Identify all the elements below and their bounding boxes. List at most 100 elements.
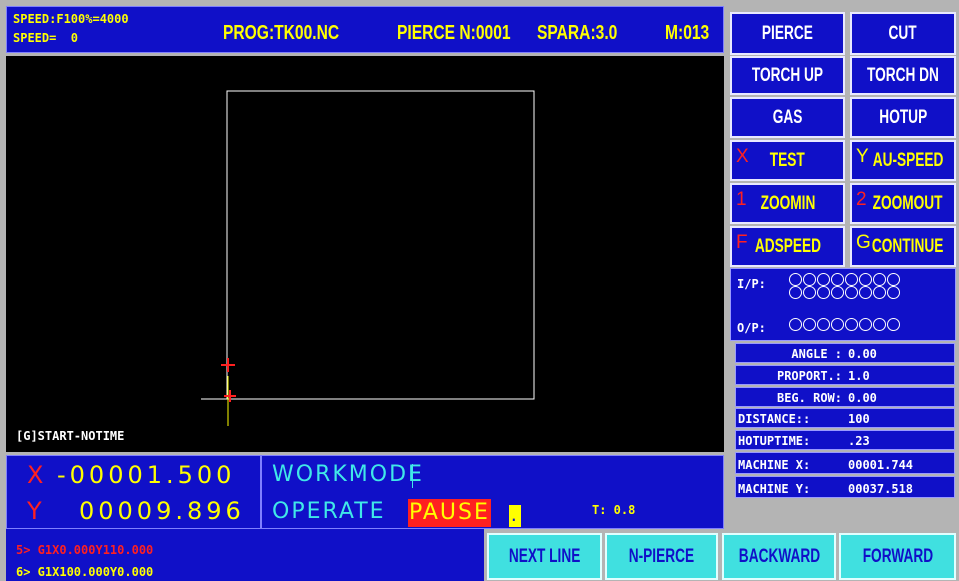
output-led (887, 318, 900, 331)
param-label: ANGLE : (791, 347, 842, 361)
next-line-button[interactable]: NEXT LINE (487, 533, 602, 580)
forward-button[interactable]: FORWARD (839, 533, 956, 580)
pierce-button[interactable]: PIERCE (730, 12, 845, 55)
input-led (789, 286, 802, 299)
input-led (817, 273, 830, 286)
x-coordinate: -00001.500 (57, 461, 236, 489)
zoomin-button[interactable]: 1 ZOOMIN (730, 183, 845, 224)
input-led (789, 273, 802, 286)
n-pierce-button[interactable]: N-PIERCE (605, 533, 718, 580)
input-label: I/P: (737, 277, 766, 291)
input-led (803, 273, 816, 286)
pause-status: PAUSE (408, 499, 491, 527)
param-beg-row: BEG. ROW: 0.00 (735, 387, 955, 407)
program-line-6: 6> G1X100.000Y0.000 (16, 565, 154, 579)
pierce-count: PIERCE N:0001 (397, 22, 511, 44)
workmode-cursor (412, 464, 413, 488)
coordinate-panel: X -00001.500 Y 00009.896 (6, 455, 261, 529)
input-led (845, 286, 858, 299)
output-led (817, 318, 830, 331)
output-led (789, 318, 802, 331)
hotup-button[interactable]: HOTUP (850, 97, 956, 138)
m-code: M:013 (665, 22, 710, 44)
current-position-marker (224, 390, 236, 402)
param-value: 00001.744 (848, 458, 914, 472)
param-hotuptime: HOTUPTIME: .23 (735, 430, 955, 450)
y-axis-label: Y (27, 497, 42, 525)
output-led (859, 318, 872, 331)
param-value: 100 (848, 412, 870, 426)
param-label: DISTANCE:: (738, 412, 811, 426)
workmode-label: WORKMODE (272, 462, 424, 487)
machine-y: MACHINE Y: 00037.518 (735, 476, 955, 498)
speed-line-2: SPEED= 0 (13, 31, 79, 45)
param-value: .23 (848, 434, 870, 448)
output-led (831, 318, 844, 331)
output-indicators (789, 318, 957, 331)
param-label: HOTUPTIME: (738, 434, 811, 448)
input-led (817, 286, 830, 299)
hotkey-f: F (736, 232, 748, 253)
input-led (859, 286, 872, 299)
output-led (845, 318, 858, 331)
pierce-point-marker (221, 358, 235, 372)
input-led (803, 286, 816, 299)
param-label: MACHINE Y: (738, 482, 811, 496)
x-axis-label: X (27, 461, 44, 489)
hotkey-g: G (856, 232, 871, 253)
hotkey-x: X (736, 146, 749, 167)
test-button[interactable]: X TEST (730, 140, 845, 181)
torch-up-button[interactable]: TORCH UP (730, 56, 845, 95)
hotkey-2: 2 (856, 189, 867, 210)
param-angle: ANGLE : 0.00 (735, 343, 955, 363)
param-distance: DISTANCE:: 100 (735, 408, 955, 428)
input-led (859, 273, 872, 286)
param-value: 0.00 (848, 347, 877, 361)
param-value: 0.00 (848, 391, 877, 405)
program-lines-panel: 5> G1X0.000Y110.000 6> G1X100.000Y0.000 (6, 529, 484, 581)
prog-name: PROG:TK00.NC (223, 22, 340, 44)
input-led (873, 286, 886, 299)
output-led (873, 318, 886, 331)
input-led (831, 286, 844, 299)
backward-button[interactable]: BACKWARD (722, 533, 836, 580)
torch-down-button[interactable]: TORCH DN (850, 56, 956, 95)
param-label: BEG. ROW: (776, 391, 842, 405)
cut-button[interactable]: CUT (850, 12, 956, 55)
mode-panel: WORKMODE OPERATE PAUSE . T: 0.8 (261, 455, 724, 529)
output-led (803, 318, 816, 331)
hotkey-y: Y (856, 146, 869, 167)
t-value: T: 0.8 (592, 503, 636, 517)
spara-value: SPARA:3.0 (537, 22, 618, 44)
input-led (873, 273, 886, 286)
input-led (831, 273, 844, 286)
io-panel: I/P: O/P: (730, 268, 956, 341)
param-value: 00037.518 (848, 482, 914, 496)
zoomout-button[interactable]: 2 ZOOMOUT (850, 183, 956, 224)
param-label: MACHINE X: (738, 458, 811, 472)
continue-button[interactable]: G CONTINUE (850, 226, 956, 267)
param-proport: PROPORT.: 1.0 (735, 365, 955, 385)
operate-label: OPERATE (272, 499, 386, 524)
toolpath-svg (201, 90, 535, 426)
y-coordinate: 00009.896 (79, 497, 245, 525)
program-line-5: 5> G1X0.000Y110.000 (16, 543, 154, 557)
input-indicators (789, 273, 957, 286)
toolpath-rect (226, 90, 535, 400)
input-led (845, 273, 858, 286)
input-cursor: . (509, 505, 521, 527)
header-bar: SPEED:F100%=4000 SPEED= 0 PROG:TK00.NC P… (6, 6, 724, 53)
gas-button[interactable]: GAS (730, 97, 845, 138)
machine-x: MACHINE X: 00001.744 (735, 452, 955, 474)
hotkey-1: 1 (736, 189, 747, 210)
adspeed-button[interactable]: F ADSPEED (730, 226, 845, 267)
input-indicators-row2 (789, 286, 957, 299)
drawing-canvas[interactable]: [G]START-NOTIME (6, 56, 724, 452)
param-label: PROPORT.: (776, 369, 842, 383)
au-speed-button[interactable]: Y AU-SPEED (850, 140, 956, 181)
input-led (887, 273, 900, 286)
status-text: [G]START-NOTIME (16, 429, 125, 443)
output-label: O/P: (737, 321, 766, 335)
param-value: 1.0 (848, 369, 870, 383)
speed-line-1: SPEED:F100%=4000 (13, 12, 129, 26)
